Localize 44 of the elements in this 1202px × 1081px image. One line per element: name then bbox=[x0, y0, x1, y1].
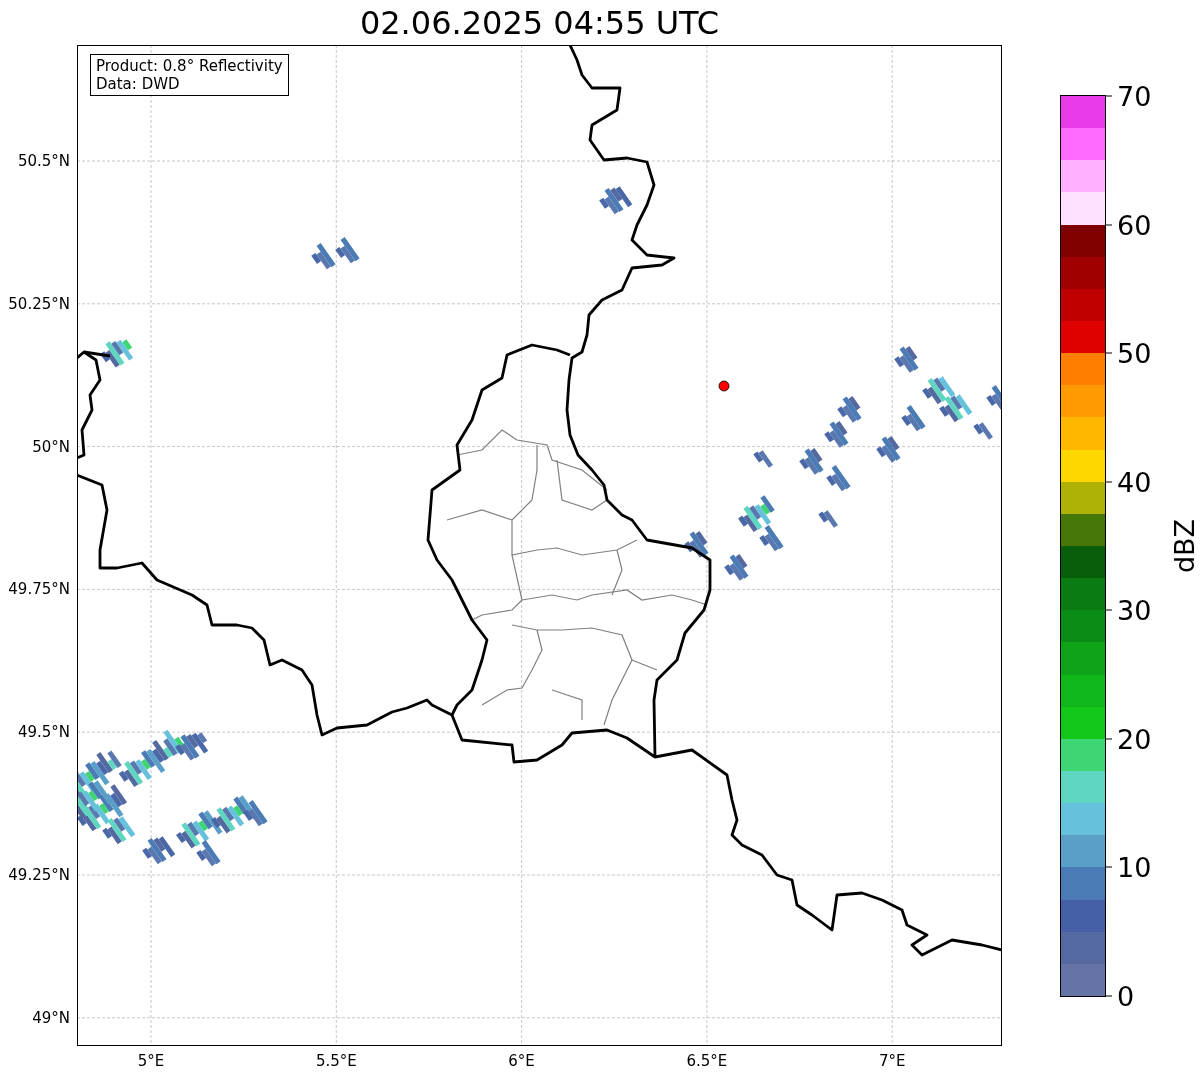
colorbar-label: dBZ bbox=[1168, 518, 1200, 574]
radar-echo bbox=[894, 346, 919, 373]
radar-echo bbox=[311, 243, 336, 270]
latitude-tick-label: 49.75°N bbox=[8, 580, 70, 599]
radar-echo bbox=[335, 237, 360, 264]
radar-echo bbox=[78, 780, 113, 819]
longitude-tick-label: 6.5°E bbox=[686, 1052, 728, 1070]
longitude-tick-label: 7°E bbox=[878, 1052, 906, 1070]
radar-echo bbox=[922, 376, 956, 405]
colorbar-tick-label: 70 bbox=[1117, 82, 1152, 110]
radar-echo bbox=[599, 186, 633, 215]
latitude-tick-label: 50.25°N bbox=[8, 294, 70, 313]
latitude-tick-label: 49°N bbox=[32, 1008, 70, 1027]
colorbar-tick-label: 40 bbox=[1117, 468, 1152, 496]
chart-title: 02.06.2025 04:55 UTC bbox=[359, 3, 720, 44]
radar-echo bbox=[753, 450, 773, 468]
radar-site-marker bbox=[718, 380, 730, 392]
radar-echo bbox=[837, 396, 862, 423]
radar-echo bbox=[986, 385, 1001, 412]
info-text: Product: 0.8° Reflectivity bbox=[96, 57, 283, 75]
radar-echo bbox=[142, 836, 176, 865]
radar-echo bbox=[818, 510, 838, 528]
latitude-tick-label: 49.25°N bbox=[8, 866, 70, 884]
radar-echo bbox=[799, 448, 824, 475]
colorbar-tick-label: 50 bbox=[1117, 339, 1152, 367]
longitude-tick-label: 6°E bbox=[508, 1052, 535, 1070]
radar-echo bbox=[724, 554, 749, 581]
colorbar-tick-label: 60 bbox=[1117, 211, 1152, 239]
radar-echo bbox=[876, 436, 901, 463]
radar-echo bbox=[901, 405, 926, 432]
latitude-tick-label: 49.5°N bbox=[17, 723, 70, 742]
latitude-tick-label: 50.5°N bbox=[17, 152, 70, 170]
colorbar-tick-label: 0 bbox=[1117, 982, 1135, 1010]
info-text: Data: DWD bbox=[96, 75, 181, 93]
longitude-tick-label: 5.5°E bbox=[315, 1052, 357, 1070]
radar-echo bbox=[684, 531, 709, 558]
radar-echo bbox=[826, 465, 851, 492]
colorbar-tick-label: 20 bbox=[1117, 725, 1152, 753]
latitude-tick-label: 50°N bbox=[32, 437, 70, 456]
colorbar-tick-label: 10 bbox=[1117, 853, 1152, 881]
radar-echo bbox=[824, 421, 849, 448]
colorbar-tick-label: 30 bbox=[1117, 596, 1152, 624]
longitude-tick-label: 5°E bbox=[137, 1052, 165, 1070]
radar-echo bbox=[100, 339, 134, 368]
